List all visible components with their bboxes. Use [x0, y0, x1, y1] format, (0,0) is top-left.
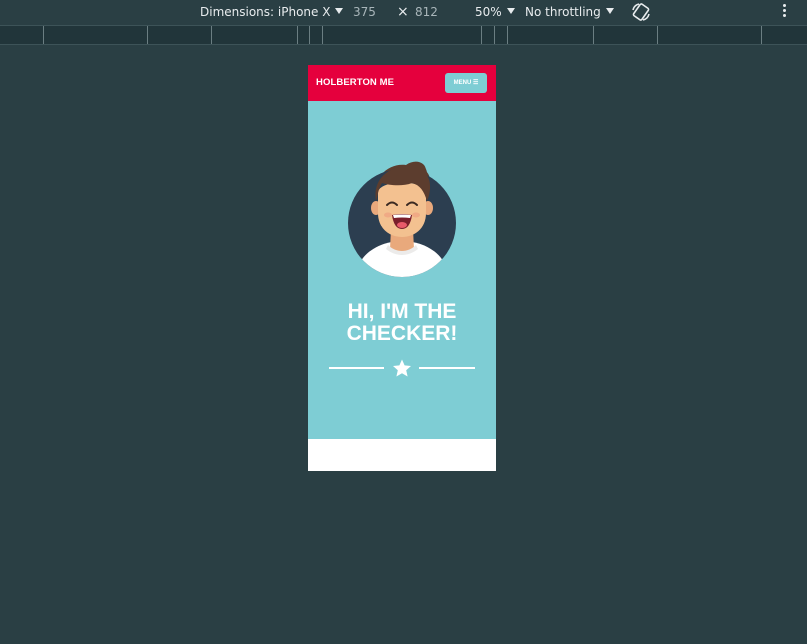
more-vertical-icon[interactable] — [781, 4, 787, 20]
hero-headline: HI, I'M THE CHECKER! — [308, 301, 496, 345]
ruler-tick — [494, 26, 495, 44]
ruler-tick — [309, 26, 310, 44]
chevron-down-icon — [605, 8, 614, 14]
dimension-times: × — [397, 4, 409, 20]
throttling-select[interactable]: No throttling — [525, 0, 614, 24]
ruler-tick — [322, 26, 323, 44]
ruler-tick — [211, 26, 212, 44]
headline-line-2: CHECKER! — [346, 322, 458, 345]
height-input[interactable]: 812 — [415, 0, 438, 24]
next-section — [308, 439, 496, 471]
ruler-tick — [481, 26, 482, 44]
ruler-tick — [593, 26, 594, 44]
site-navbar: HOLBERTON ME MENU ☰ — [308, 65, 496, 101]
device-toolbar: Dimensions: iPhone X 375 × 812 50% No th… — [0, 0, 807, 24]
hero-section: HI, I'M THE CHECKER! — [308, 101, 496, 439]
ruler-tick — [761, 26, 762, 44]
zoom-select[interactable]: 50% — [475, 0, 515, 24]
width-input[interactable]: 375 — [353, 0, 376, 24]
device-dimensions-select[interactable]: Dimensions: iPhone X — [200, 0, 344, 24]
device-viewport: HOLBERTON ME MENU ☰ HI, I'M THE CHECKER! — [308, 65, 496, 471]
menu-button[interactable]: MENU ☰ — [445, 73, 487, 93]
chevron-down-icon — [506, 8, 515, 14]
site-brand[interactable]: HOLBERTON ME — [316, 65, 394, 101]
star-icon — [393, 359, 411, 377]
media-query-ruler — [0, 25, 807, 45]
headline-line-1: HI, I'M THE — [347, 300, 457, 323]
ruler-tick — [43, 26, 44, 44]
rotate-icon[interactable] — [630, 2, 652, 22]
zoom-label: 50% — [475, 5, 502, 19]
avatar — [348, 161, 456, 277]
ruler-tick — [507, 26, 508, 44]
ruler-tick — [297, 26, 298, 44]
ruler-tick — [147, 26, 148, 44]
star-divider — [329, 359, 475, 377]
device-dimensions-label: Dimensions: iPhone X — [200, 5, 331, 19]
throttling-label: No throttling — [525, 5, 601, 19]
chevron-down-icon — [335, 8, 344, 14]
ruler-tick — [657, 26, 658, 44]
